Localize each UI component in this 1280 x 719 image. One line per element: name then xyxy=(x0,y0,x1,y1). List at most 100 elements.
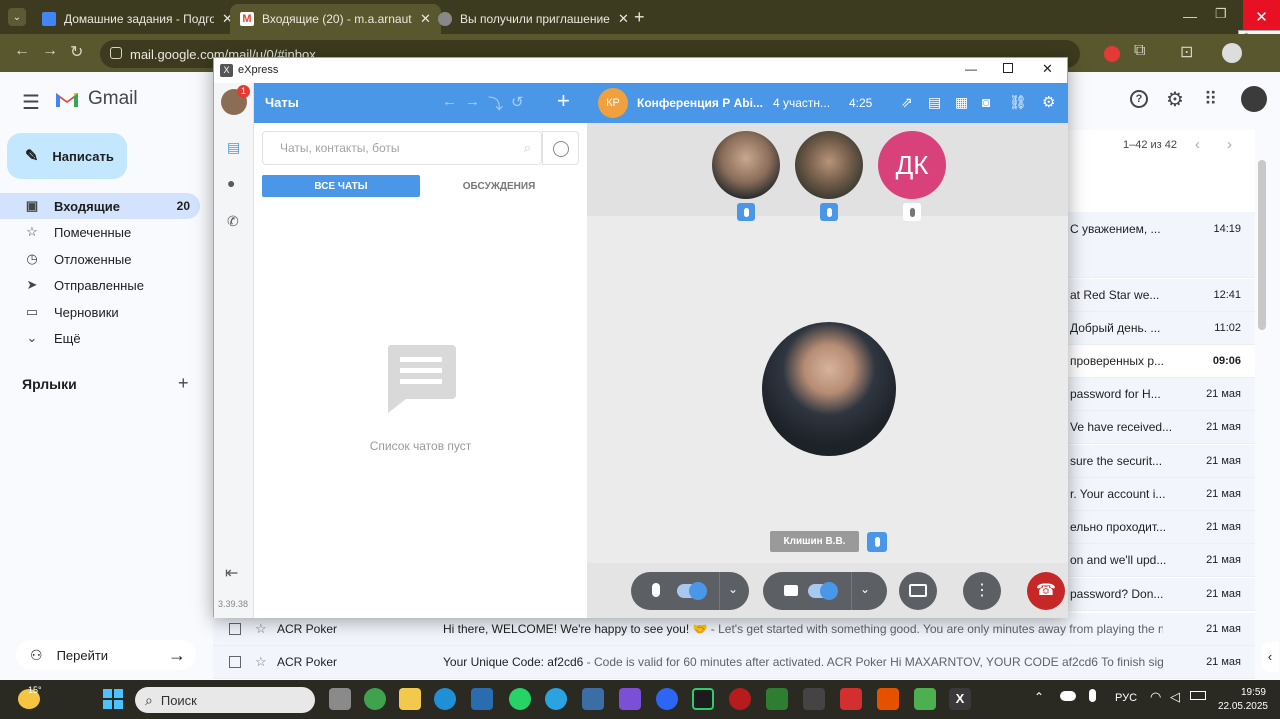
apps-grid-icon[interactable]: ⠿ xyxy=(1204,89,1217,110)
nav-sent[interactable]: ➤ Отправленные xyxy=(0,272,200,298)
participant-avatar[interactable] xyxy=(795,131,863,199)
mail-scrollbar[interactable] xyxy=(1258,160,1266,330)
minimize-button[interactable]: — xyxy=(965,62,977,76)
chrome-icon[interactable] xyxy=(364,688,386,710)
edge-icon[interactable] xyxy=(434,688,456,710)
settings-gear-icon[interactable]: ⚙ xyxy=(1042,93,1055,111)
star-icon[interactable]: ☆ xyxy=(255,621,267,637)
profile-sync-icon[interactable]: ⊡ xyxy=(1180,42,1193,62)
participants-icon[interactable]: ◙ xyxy=(982,94,990,110)
clock-date[interactable]: 22.05.2025 xyxy=(1212,701,1268,712)
history-icon[interactable]: ↺ xyxy=(511,93,524,111)
clock-time[interactable]: 19:59 xyxy=(1222,687,1266,698)
back-arrow-icon[interactable]: ← xyxy=(442,93,457,110)
nav-snoozed[interactable]: ◷ Отложенные xyxy=(0,246,200,272)
add-label-button[interactable]: + xyxy=(178,373,189,394)
new-chat-plus-icon[interactable]: + xyxy=(557,88,570,114)
mic-tray-icon[interactable] xyxy=(1089,689,1096,702)
main-menu-icon[interactable]: ☰ xyxy=(22,90,40,115)
contacts-icon[interactable]: ● xyxy=(227,175,235,191)
external-link-icon[interactable]: ⇗ xyxy=(901,94,913,111)
calculator-icon[interactable] xyxy=(582,688,604,710)
zoom-icon[interactable] xyxy=(656,688,678,710)
forward-arrow-icon[interactable]: → xyxy=(465,93,480,110)
collapse-icon[interactable]: ⇤ xyxy=(225,563,238,583)
vpn-icon[interactable] xyxy=(619,688,641,710)
chats-icon[interactable]: ▤ xyxy=(227,139,240,156)
compose-button[interactable]: ✎ Написать xyxy=(7,133,127,179)
chevron-down-icon[interactable]: ⌄ xyxy=(860,582,870,596)
nav-inbox[interactable]: ▣ Входящие 20 xyxy=(0,193,200,219)
browser-tab-homework[interactable]: Домашние задания - Подготов ✕ xyxy=(32,4,243,34)
prev-page-icon[interactable]: ‹ xyxy=(1195,136,1200,153)
filter-button[interactable] xyxy=(542,131,579,165)
app-r-icon[interactable] xyxy=(692,688,714,710)
file-explorer-icon[interactable] xyxy=(399,688,421,710)
wifi-icon[interactable]: ◠ xyxy=(1150,689,1161,705)
more-options-icon[interactable]: ⋮ xyxy=(963,572,1001,610)
phone-icon[interactable]: ✆ xyxy=(227,213,239,230)
reload-icon[interactable]: ↻ xyxy=(70,42,83,62)
table-row[interactable]: ☆ ACR Poker Your Unique Code: af2cd6 - C… xyxy=(213,646,1255,679)
chat-search-input[interactable]: Чаты, контакты, боты ⌕ xyxy=(262,131,542,165)
microphone-toggle[interactable] xyxy=(677,582,707,600)
task-view-icon[interactable] xyxy=(329,688,351,710)
app-b-icon[interactable] xyxy=(877,688,899,710)
side-panel-toggle-icon[interactable]: ‹ xyxy=(1261,642,1279,672)
close-window-button[interactable]: ✕ xyxy=(1243,0,1280,34)
puzzle-icon[interactable]: ⧉ xyxy=(1134,42,1145,60)
help-icon[interactable]: ? xyxy=(1130,90,1148,108)
app-icon[interactable] xyxy=(803,688,825,710)
site-info-icon[interactable] xyxy=(110,47,122,59)
volume-icon[interactable]: ◁ xyxy=(1170,689,1180,705)
close-button[interactable]: ✕ xyxy=(1042,61,1053,77)
tab-list-button[interactable]: ⌄ xyxy=(8,8,26,26)
chat-bubble-icon[interactable]: ▤ xyxy=(928,94,941,111)
goto-bar[interactable]: ⚇ Перейти → xyxy=(16,640,196,670)
browser-tab-invitation[interactable]: Вы получили приглашение в ✕ xyxy=(428,4,639,34)
taskbar-search[interactable]: ⌕ Поиск xyxy=(135,687,315,713)
row-checkbox[interactable] xyxy=(229,623,241,635)
new-tab-button[interactable]: + xyxy=(634,7,645,28)
restore-button[interactable]: ❐ xyxy=(1215,6,1227,22)
poker-icon[interactable] xyxy=(729,688,751,710)
nav-more[interactable]: ⌄ Ещё xyxy=(0,325,200,351)
account-avatar[interactable] xyxy=(1241,86,1267,112)
redirect-icon[interactable]: ⤵ xyxy=(488,93,503,114)
screen-share-button[interactable] xyxy=(899,572,937,610)
tab-all-chats[interactable]: ВСЕ ЧАТЫ xyxy=(262,175,420,197)
windows-start-icon[interactable] xyxy=(103,689,123,709)
participant-initials-avatar[interactable]: ДК xyxy=(878,131,946,199)
camera-toggle[interactable] xyxy=(808,582,838,600)
link-icon[interactable]: ⛓ xyxy=(1009,94,1027,111)
maximize-button[interactable] xyxy=(1003,63,1013,73)
express-taskbar-icon[interactable]: X xyxy=(949,688,971,710)
hangup-button[interactable]: ☎ xyxy=(1027,572,1065,610)
tab-discussions[interactable]: ОБСУЖДЕНИЯ xyxy=(420,175,578,197)
settings-gear-icon[interactable]: ⚙ xyxy=(1166,87,1184,112)
row-checkbox[interactable] xyxy=(229,656,241,668)
game-icon[interactable] xyxy=(766,688,788,710)
participant-avatar[interactable] xyxy=(712,131,780,199)
cloud-icon[interactable] xyxy=(1060,691,1076,701)
browser-tab-inbox[interactable]: M Входящие (20) - m.a.arnautoff@ ✕ xyxy=(230,4,441,34)
tray-chevron-icon[interactable]: ⌃ xyxy=(1034,690,1044,704)
microphone-control[interactable]: ⌄ xyxy=(631,572,749,610)
profile-avatar[interactable] xyxy=(1222,43,1242,63)
star-icon[interactable]: ☆ xyxy=(255,654,267,670)
language-indicator[interactable]: РУС xyxy=(1115,692,1137,704)
nav-starred[interactable]: ☆ Помеченные xyxy=(0,219,200,245)
store-icon[interactable] xyxy=(471,688,493,710)
chevron-down-icon[interactable]: ⌄ xyxy=(728,582,738,596)
extension-icon[interactable] xyxy=(1104,46,1120,62)
minimize-button[interactable]: — xyxy=(1183,8,1197,24)
app-window-icon[interactable] xyxy=(914,688,936,710)
back-icon[interactable]: ← xyxy=(14,42,30,60)
whatsapp-icon[interactable] xyxy=(509,688,531,710)
grid-layout-icon[interactable]: ▦ xyxy=(955,94,968,111)
telegram-icon[interactable] xyxy=(545,688,567,710)
nav-drafts[interactable]: ▭ Черновики xyxy=(0,299,200,325)
camera-control[interactable]: ⌄ xyxy=(763,572,887,610)
app-gear-icon[interactable] xyxy=(840,688,862,710)
next-page-icon[interactable]: › xyxy=(1227,136,1232,153)
